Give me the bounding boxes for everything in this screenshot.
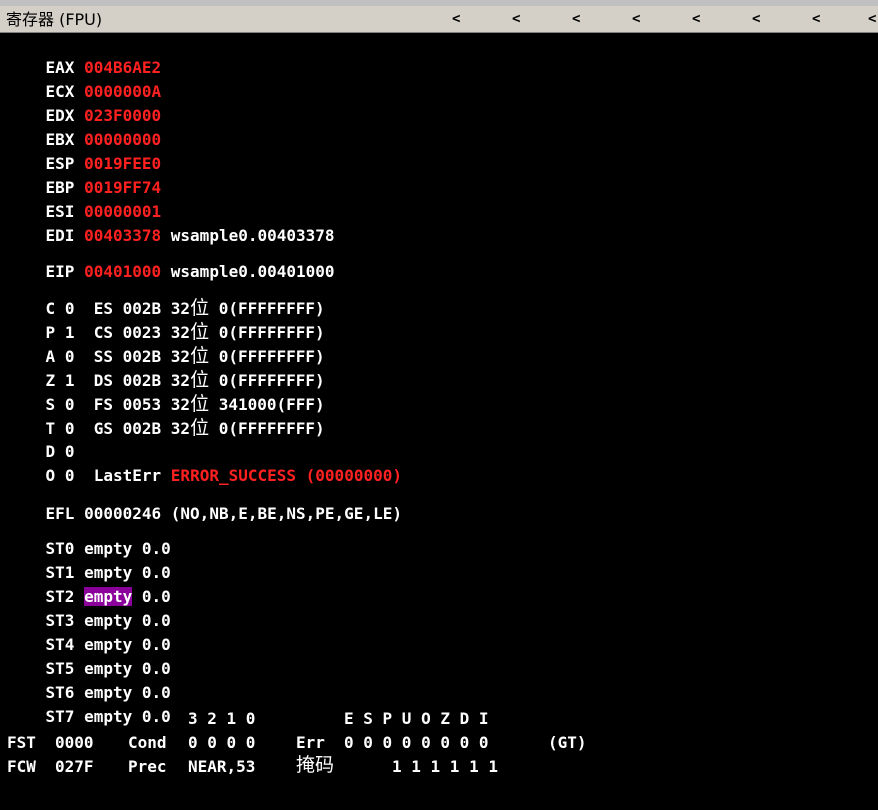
pane-header[interactable]: 寄存器 (FPU) < < < < < < < <: [0, 6, 878, 33]
register-row-esi[interactable]: ESI 00000001: [7, 179, 162, 221]
cond-bits[interactable]: 0 0 0 0: [188, 732, 255, 754]
collapse-arrow-icon[interactable]: <: [512, 8, 520, 30]
collapse-arrow-icon[interactable]: <: [692, 8, 700, 30]
flag-row-d[interactable]: D 0: [7, 419, 75, 461]
fpu-stack-row[interactable]: ST7 empty 0.0: [7, 684, 171, 726]
collapse-arrow-icon[interactable]: <: [868, 8, 876, 30]
fpu-stack-row[interactable]: ST1 empty 0.0: [7, 540, 171, 582]
err-bits[interactable]: 0 0 0 0 0 0 0 0: [344, 732, 489, 754]
efl-description: (NO,NB,E,BE,NS,PE,GE,LE): [170, 504, 402, 523]
collapse-arrow-icon[interactable]: <: [452, 8, 460, 30]
register-row-edi[interactable]: EDI 00403378 wsample0.00403378: [7, 203, 335, 245]
register-row-edx[interactable]: EDX 023F0000: [7, 83, 162, 125]
pane-title: 寄存器 (FPU): [6, 10, 103, 29]
fpu-stack-row[interactable]: ST3 empty 0.0: [7, 588, 171, 630]
register-row-eax[interactable]: EAX 004B6AE2: [7, 35, 162, 77]
fpu-stack-row[interactable]: ST6 empty 0.0: [7, 660, 171, 702]
register-panel: EAX 004B6AE2 ECX 0000000A EDX 023F0000 E…: [0, 34, 878, 810]
segment-selector[interactable]: 002B: [123, 419, 162, 438]
segment-bits: 32: [170, 419, 191, 438]
collapse-arrow-icon[interactable]: <: [752, 8, 760, 30]
fst-compare-result: (GT): [548, 733, 587, 752]
st-tag: empty: [84, 707, 133, 726]
fpu-stack-row[interactable]: ST4 empty 0.0: [7, 612, 171, 654]
collapse-arrow-icon[interactable]: <: [632, 8, 640, 30]
fcw-value[interactable]: 027F: [55, 756, 94, 778]
fst-label: FST: [7, 733, 36, 752]
fpu-stack-row-selected[interactable]: ST2 empty 0.0: [7, 564, 171, 606]
prec-value[interactable]: NEAR,53: [188, 756, 255, 778]
segment-bits-unit: 位: [190, 417, 210, 439]
flag-row-z[interactable]: Z 1 DS 002B 32位 0(FFFFFFFF): [7, 347, 325, 391]
collapse-arrow-icon[interactable]: <: [572, 8, 580, 30]
fst-value[interactable]: 0000: [55, 732, 94, 754]
efl-row[interactable]: EFL 00000246 (NO,NB,E,BE,NS,PE,GE,LE): [7, 481, 402, 523]
flag-row-a[interactable]: A 0 SS 002B 32位 0(FFFFFFFF): [7, 323, 325, 367]
cond-label: Cond: [128, 733, 167, 752]
prec-label: Prec: [128, 757, 167, 776]
mask-label: 掩码: [296, 754, 335, 776]
register-row-esp[interactable]: ESP 0019FEE0: [7, 131, 162, 173]
st-value[interactable]: 0.0: [142, 707, 171, 726]
mask-bits[interactable]: 1 1 1 1 1 1: [392, 756, 498, 778]
fcw-label: FCW: [7, 757, 36, 776]
fpu-stack-row[interactable]: ST0 empty 0.0: [7, 516, 171, 558]
register-row-ebx[interactable]: EBX 00000000: [7, 107, 162, 149]
flag-row-o[interactable]: O 0 LastErr ERROR_SUCCESS (00000000): [7, 443, 402, 485]
register-row-ebp[interactable]: EBP 0019FF74: [7, 155, 162, 197]
fpu-stack-row[interactable]: ST5 empty 0.0: [7, 636, 171, 678]
err-bit-header: E S P U O Z D I: [344, 709, 489, 728]
collapse-arrow-icon[interactable]: <: [812, 8, 820, 30]
register-row-eip[interactable]: EIP 00401000 wsample0.00401000: [7, 239, 335, 281]
flag-row-c[interactable]: C 0 ES 002B 32位 0(FFFFFFFF): [7, 275, 325, 319]
segment-base: 0(FFFFFFFF): [218, 419, 325, 438]
err-label: Err: [296, 733, 325, 752]
flag-row-s[interactable]: S 0 FS 0053 32位 341000(FFF): [7, 371, 325, 415]
register-row-ecx[interactable]: ECX 0000000A: [7, 59, 162, 101]
segment-name: GS: [93, 419, 113, 438]
flag-row-t[interactable]: T 0 GS 002B 32位 0(FFFFFFFF): [7, 395, 325, 439]
cond-bit-header: 3 2 1 0: [188, 709, 256, 728]
flag-row-p[interactable]: P 1 CS 0023 32位 0(FFFFFFFF): [7, 299, 325, 343]
st-name: ST7: [45, 707, 75, 726]
